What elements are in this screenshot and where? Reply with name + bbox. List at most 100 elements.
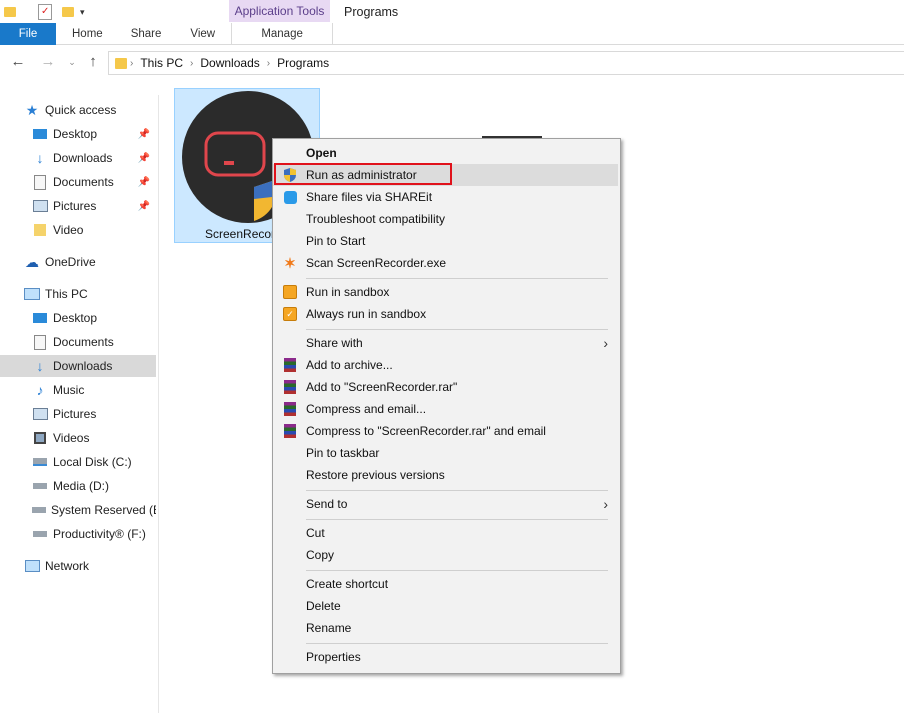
menu-item-compress-and-email[interactable]: Compress and email...: [273, 398, 618, 420]
sidebar-item-downloads-pc[interactable]: ↓ Downloads: [0, 355, 156, 377]
menu-separator: [306, 570, 608, 571]
film-icon: [32, 430, 48, 446]
winrar-icon: [282, 357, 298, 373]
sidebar-item-pictures[interactable]: Pictures 📌: [0, 195, 156, 217]
sidebar-item-network[interactable]: Network: [0, 555, 156, 577]
menu-item-label: Delete: [306, 599, 341, 613]
pin-icon[interactable]: 📌: [138, 153, 150, 164]
sidebar-item-this-pc[interactable]: This PC: [0, 283, 156, 305]
menu-item-label: Troubleshoot compatibility: [306, 212, 445, 226]
breadcrumb-downloads[interactable]: Downloads: [196, 56, 263, 70]
ribbon-tabs: File Home Share View Manage: [0, 23, 334, 45]
tab-manage[interactable]: Manage: [231, 23, 334, 45]
download-arrow-icon: ↓: [36, 150, 44, 166]
menu-item-troubleshoot-compatibility[interactable]: Troubleshoot compatibility: [273, 208, 618, 230]
chevron-right-icon[interactable]: ›: [264, 58, 273, 69]
menu-separator: [306, 643, 608, 644]
sidebar-item-pictures-pc[interactable]: Pictures: [0, 403, 156, 425]
folder-icon[interactable]: [4, 7, 16, 17]
sidebar-item-downloads[interactable]: ↓ Downloads 📌: [0, 147, 156, 169]
menu-item-label: Run in sandbox: [306, 285, 390, 299]
menu-item-always-run-in-sandbox[interactable]: ✓ Always run in sandbox: [273, 303, 618, 325]
menu-item-pin-to-start[interactable]: Pin to Start: [273, 230, 618, 252]
sidebar-item-desktop-pc[interactable]: Desktop: [0, 307, 156, 329]
menu-item-open[interactable]: Open: [273, 142, 618, 164]
navigation-bar: ← → ⌄ ↑ › This PC › Downloads › Programs: [0, 50, 904, 76]
sidebar-item-quick-access[interactable]: ★ Quick access: [0, 99, 156, 121]
tab-home[interactable]: Home: [56, 23, 117, 45]
pin-icon[interactable]: 📌: [138, 177, 150, 188]
sidebar-item-desktop[interactable]: Desktop 📌: [0, 123, 156, 145]
sidebar-item-label: This PC: [45, 287, 88, 301]
folder-icon: [115, 57, 127, 69]
menu-item-label: Create shortcut: [306, 577, 389, 591]
window-title: Programs: [344, 5, 399, 19]
shareit-icon: [282, 189, 298, 205]
menu-item-rename[interactable]: Rename: [273, 617, 618, 639]
up-icon[interactable]: ↑: [83, 53, 103, 70]
menu-item-create-shortcut[interactable]: Create shortcut: [273, 573, 618, 595]
menu-item-compress-to-rar-and-email[interactable]: Compress to "ScreenRecorder.rar" and ema…: [273, 420, 618, 442]
application-tools-tab[interactable]: Application Tools: [229, 0, 330, 22]
sidebar-item-label: Downloads: [53, 359, 113, 373]
quick-access-toolbar: ✓ ▾: [0, 0, 85, 24]
menu-item-send-to[interactable]: Send to ›: [273, 493, 618, 515]
menu-item-run-in-sandbox[interactable]: Run in sandbox: [273, 281, 618, 303]
menu-item-label: Properties: [306, 650, 361, 664]
forward-icon[interactable]: →: [38, 53, 58, 70]
address-bar[interactable]: › This PC › Downloads › Programs: [108, 51, 904, 75]
winrar-icon: [282, 401, 298, 417]
drive-icon: [32, 454, 48, 470]
menu-item-share-with[interactable]: Share with ›: [273, 332, 618, 354]
menu-item-restore-previous-versions[interactable]: Restore previous versions: [273, 464, 618, 486]
navigation-pane: ★ Quick access Desktop 📌 ↓ Downloads 📌 D…: [0, 95, 159, 713]
sidebar-item-productivity-f[interactable]: Productivity® (F:): [0, 523, 156, 545]
breadcrumb-this-pc[interactable]: This PC: [136, 56, 187, 70]
tab-share[interactable]: Share: [117, 23, 176, 45]
breadcrumb-programs[interactable]: Programs: [273, 56, 333, 70]
pin-icon[interactable]: 📌: [138, 129, 150, 140]
menu-item-label: Share files via SHAREit: [306, 190, 433, 204]
menu-item-scan[interactable]: ✶ Scan ScreenRecorder.exe: [273, 252, 618, 274]
menu-item-add-to-rar[interactable]: Add to "ScreenRecorder.rar": [273, 376, 618, 398]
menu-item-label: Compress to "ScreenRecorder.rar" and ema…: [306, 424, 546, 438]
menu-item-add-to-archive[interactable]: Add to archive...: [273, 354, 618, 376]
folder-icon: [32, 222, 48, 238]
menu-item-delete[interactable]: Delete: [273, 595, 618, 617]
menu-item-pin-to-taskbar[interactable]: Pin to taskbar: [273, 442, 618, 464]
menu-item-cut[interactable]: Cut: [273, 522, 618, 544]
sidebar-item-videos[interactable]: Videos: [0, 427, 156, 449]
menu-item-shareit[interactable]: Share files via SHAREit: [273, 186, 618, 208]
tab-view[interactable]: View: [175, 23, 231, 45]
chevron-right-icon[interactable]: ›: [127, 58, 136, 69]
sidebar-item-documents[interactable]: Documents 📌: [0, 171, 156, 193]
file-name-label: ScreenRecor: [205, 227, 276, 241]
pin-icon[interactable]: 📌: [138, 201, 150, 212]
music-note-icon: ♪: [36, 382, 44, 398]
chevron-right-icon[interactable]: ›: [187, 58, 196, 69]
back-icon[interactable]: ←: [8, 53, 28, 70]
sidebar-item-onedrive[interactable]: ☁ OneDrive: [0, 251, 156, 273]
sidebar-item-label: Video: [53, 223, 84, 237]
customize-toolbar-icon[interactable]: ▾: [80, 7, 85, 18]
recent-locations-icon[interactable]: ⌄: [62, 57, 82, 68]
cloud-icon: ☁: [25, 253, 39, 270]
properties-icon[interactable]: ✓: [38, 4, 52, 20]
highlight-annotation: [274, 163, 452, 185]
sidebar-item-label: Music: [53, 383, 85, 397]
sidebar-item-video[interactable]: Video: [0, 219, 156, 241]
menu-item-copy[interactable]: Copy: [273, 544, 618, 566]
sidebar-item-label: Network: [45, 559, 90, 573]
sidebar-item-local-disk-c[interactable]: Local Disk (C:): [0, 451, 156, 473]
menu-item-label: Scan ScreenRecorder.exe: [306, 256, 447, 270]
tab-file[interactable]: File: [0, 23, 56, 45]
sidebar-item-music[interactable]: ♪ Music: [0, 379, 156, 401]
new-folder-icon[interactable]: [62, 7, 74, 17]
sidebar-item-label: System Reserved (E:: [51, 503, 156, 517]
menu-item-label: Add to archive...: [306, 358, 393, 372]
sidebar-item-system-reserved-e[interactable]: System Reserved (E:: [0, 499, 156, 521]
chevron-right-icon: ›: [603, 496, 608, 512]
sidebar-item-documents-pc[interactable]: Documents: [0, 331, 156, 353]
sidebar-item-media-d[interactable]: Media (D:): [0, 475, 156, 497]
menu-item-properties[interactable]: Properties: [273, 646, 618, 668]
